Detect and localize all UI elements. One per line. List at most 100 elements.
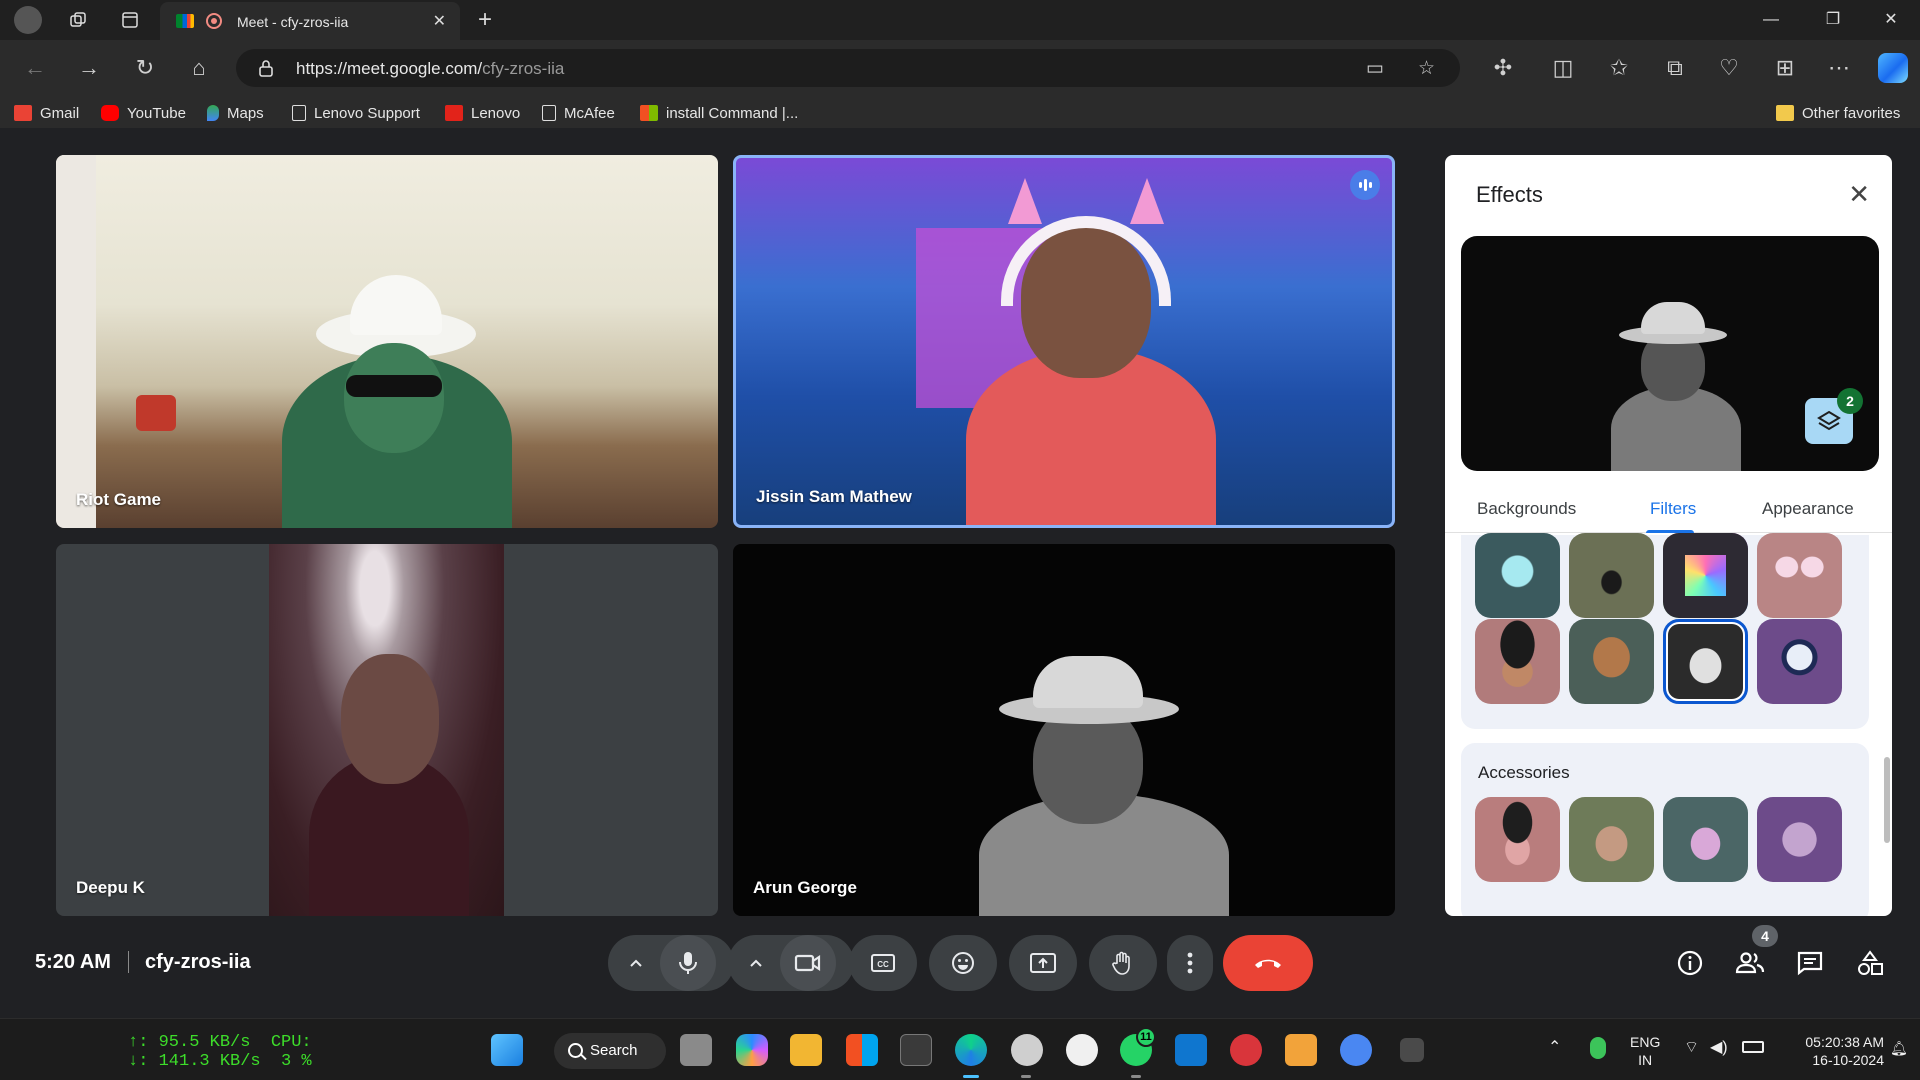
- applied-effects-button[interactable]: 2: [1805, 388, 1863, 444]
- minimize-button[interactable]: —: [1756, 8, 1786, 32]
- filter-cowboy-hat[interactable]: [1569, 619, 1654, 704]
- bookmarks-bar: Gmail YouTube Maps Lenovo Support Lenovo…: [0, 96, 1920, 128]
- participant-tile-riot-game[interactable]: Riot Game: [56, 155, 718, 528]
- home-icon[interactable]: ⌂: [186, 55, 212, 81]
- vscode-icon[interactable]: [1175, 1034, 1207, 1066]
- language-indicator[interactable]: ENG IN: [1630, 1033, 1660, 1069]
- active-app-indicator: [963, 1075, 979, 1078]
- favorites-icon[interactable]: ✩: [1606, 55, 1632, 81]
- microphone-in-use-icon[interactable]: [1590, 1037, 1606, 1059]
- show-hidden-icons[interactable]: ⌃: [1548, 1039, 1561, 1057]
- apps-icon[interactable]: ⊞: [1772, 55, 1798, 81]
- captions-button[interactable]: CC: [849, 935, 917, 991]
- people-button[interactable]: [1730, 943, 1770, 983]
- edge-browser-icon[interactable]: [955, 1034, 987, 1066]
- bookmark-lenovo-support[interactable]: Lenovo Support: [292, 103, 420, 123]
- filter-rainbow-hair[interactable]: [1663, 533, 1748, 618]
- new-tab-button[interactable]: +: [478, 6, 492, 34]
- volume-icon[interactable]: ◀): [1710, 1039, 1728, 1057]
- reactions-button[interactable]: [929, 935, 997, 991]
- url-text[interactable]: https://meet.google.com/cfy-zros-iia: [296, 59, 564, 79]
- close-tab-icon[interactable]: ✕: [433, 11, 446, 31]
- camera-in-use-icon[interactable]: ▭: [1366, 57, 1384, 80]
- meet-favicon: [176, 14, 194, 28]
- microsoft-store-icon[interactable]: [846, 1034, 878, 1066]
- extensions-icon[interactable]: ✣: [1490, 55, 1516, 81]
- profile-avatar[interactable]: [14, 6, 42, 34]
- bookmark-maps[interactable]: Maps: [207, 103, 264, 123]
- close-effects-icon[interactable]: ✕: [1848, 179, 1870, 210]
- system-clock[interactable]: 05:20:38 AM 16-10-2024: [1780, 1033, 1884, 1069]
- more-menu-icon[interactable]: ⋯: [1826, 55, 1852, 81]
- sublime-icon[interactable]: [1285, 1034, 1317, 1066]
- audio-options-chevron-icon[interactable]: [616, 943, 656, 983]
- filter-astronaut-helmet[interactable]: [1475, 533, 1560, 618]
- antivirus-icon[interactable]: [1230, 1034, 1262, 1066]
- participant-tile-deepu[interactable]: Deepu K: [56, 544, 718, 916]
- notification-bell-icon[interactable]: 🔔︎: [1890, 1039, 1908, 1057]
- gmail-icon: [14, 105, 32, 121]
- accessory-unicorn-headband[interactable]: [1663, 797, 1748, 882]
- start-windows-icon[interactable]: [491, 1034, 523, 1066]
- accessory-makeup[interactable]: [1757, 797, 1842, 882]
- present-screen-button[interactable]: [1009, 935, 1077, 991]
- other-favorites[interactable]: Other favorites: [1776, 103, 1900, 123]
- microphone-button[interactable]: [660, 935, 716, 991]
- people-icon: [1735, 952, 1765, 974]
- effects-scrollbar[interactable]: [1884, 757, 1890, 843]
- browser-essentials-icon[interactable]: ♡: [1716, 55, 1742, 81]
- workspaces-icon[interactable]: [66, 8, 90, 32]
- filter-pirate[interactable]: [1475, 619, 1560, 704]
- tray-app-icon[interactable]: [1400, 1038, 1424, 1062]
- filter-sunglasses[interactable]: [1569, 533, 1654, 618]
- bookmark-youtube[interactable]: YouTube: [101, 103, 186, 123]
- chat-button[interactable]: [1790, 943, 1830, 983]
- bookmark-gmail[interactable]: Gmail: [14, 103, 79, 123]
- filter-bunny-ears[interactable]: [1757, 533, 1842, 618]
- file-explorer-icon[interactable]: [790, 1034, 822, 1066]
- collections-icon[interactable]: ⧉: [1662, 55, 1688, 81]
- accessory-cat-ears-glasses[interactable]: [1569, 797, 1654, 882]
- copilot-app-icon[interactable]: [736, 1034, 768, 1066]
- bookmark-lenovo[interactable]: Lenovo: [445, 103, 520, 123]
- maximize-button[interactable]: ❐: [1818, 8, 1848, 32]
- camera-button[interactable]: [780, 935, 836, 991]
- participant-tile-arun[interactable]: Arun George: [733, 544, 1395, 916]
- github-icon[interactable]: [1066, 1034, 1098, 1066]
- meeting-details-button[interactable]: [1670, 943, 1710, 983]
- tab-backgrounds[interactable]: Backgrounds: [1477, 499, 1576, 519]
- info-icon: [1677, 950, 1703, 976]
- filter-fedora-selected[interactable]: [1663, 619, 1748, 704]
- task-view-icon[interactable]: [680, 1034, 712, 1066]
- refresh-icon[interactable]: ↻: [132, 55, 158, 81]
- bookmark-mcafee[interactable]: McAfee: [542, 103, 615, 123]
- leave-call-button[interactable]: [1223, 935, 1313, 991]
- activities-button[interactable]: [1850, 943, 1890, 983]
- address-bar[interactable]: https://meet.google.com/cfy-zros-iia ▭ ☆: [236, 49, 1460, 87]
- filter-space-suit[interactable]: [1757, 619, 1842, 704]
- participant-tile-jissin[interactable]: Jissin Sam Mathew: [733, 155, 1395, 528]
- chatgpt-icon[interactable]: [1011, 1034, 1043, 1066]
- tab-actions-icon[interactable]: [118, 8, 142, 32]
- back-icon[interactable]: ←: [22, 55, 48, 81]
- active-tab[interactable]: Meet - cfy-zros-iia ✕: [160, 2, 460, 40]
- lock-icon[interactable]: [258, 59, 274, 77]
- close-window-button[interactable]: ✕: [1876, 8, 1906, 32]
- accessory-beret-glasses[interactable]: [1475, 797, 1560, 882]
- bookmark-install-command[interactable]: install Command |...: [640, 103, 798, 123]
- more-options-button[interactable]: [1167, 935, 1213, 991]
- tab-filters[interactable]: Filters: [1650, 499, 1696, 519]
- copilot-icon[interactable]: [1878, 53, 1908, 83]
- terminal-icon[interactable]: [900, 1034, 932, 1066]
- favorite-star-icon[interactable]: ☆: [1418, 57, 1435, 80]
- forward-icon[interactable]: →: [76, 55, 102, 81]
- split-screen-icon[interactable]: ◫: [1550, 55, 1576, 81]
- video-options-chevron-icon[interactable]: [736, 943, 776, 983]
- tab-appearance[interactable]: Appearance: [1762, 499, 1854, 519]
- app-icon[interactable]: [1340, 1034, 1372, 1066]
- taskbar-search[interactable]: Search: [554, 1033, 666, 1069]
- battery-icon[interactable]: [1742, 1041, 1764, 1053]
- wifi-icon[interactable]: ⌔: [1684, 1039, 1699, 1057]
- raise-hand-button[interactable]: [1089, 935, 1157, 991]
- running-indicator: [1131, 1075, 1141, 1078]
